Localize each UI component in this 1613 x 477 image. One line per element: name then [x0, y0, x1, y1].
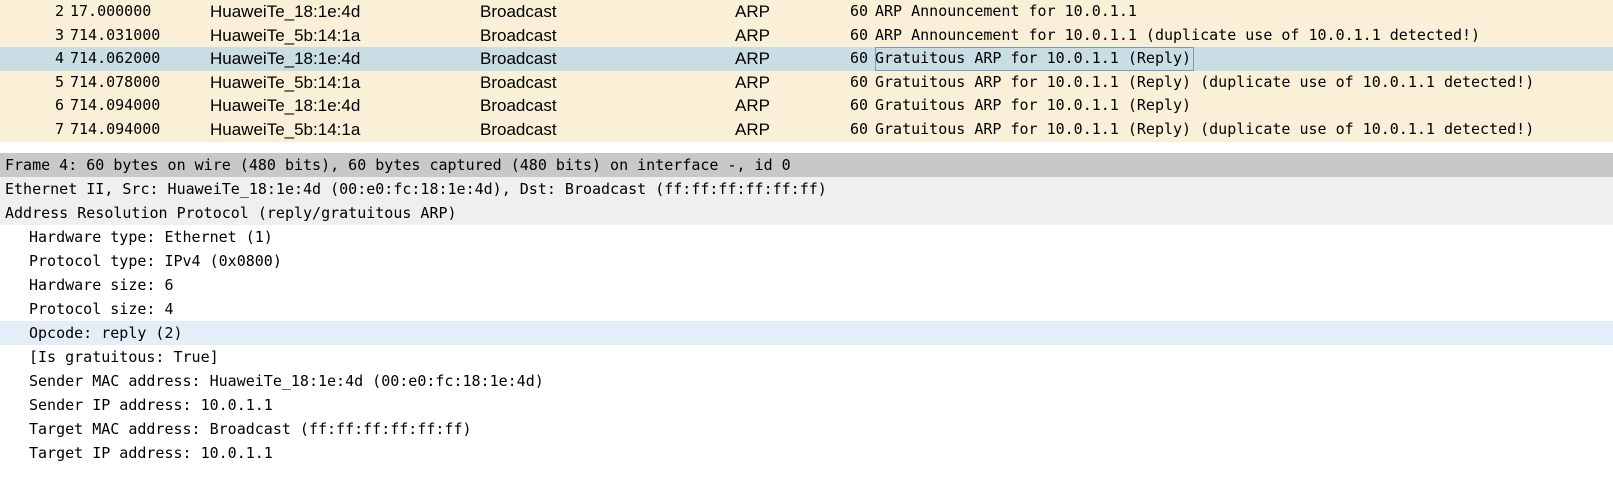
frame-summary[interactable]: Frame 4: 60 bytes on wire (480 bits), 60… — [0, 153, 1613, 177]
packet-length: 60 — [849, 2, 868, 20]
arp-target-ip[interactable]: Target IP address: 10.0.1.1 — [0, 441, 1613, 465]
packet-row[interactable]: 3 714.031000 HuaweiTe_5b:14:1a Broadcast… — [0, 23, 1613, 48]
packet-protocol: ARP — [735, 2, 770, 21]
packet-time: 714.078000 — [70, 72, 161, 91]
packet-details-tree: Frame 4: 60 bytes on wire (480 bits), 60… — [0, 153, 1613, 465]
packet-number: 4 — [54, 49, 64, 68]
packet-info: ARP Announcement for 10.0.1.1 (duplicate… — [875, 25, 1481, 44]
packet-row[interactable]: 6 714.094000 HuaweiTe_18:1e:4d Broadcast… — [0, 94, 1613, 118]
arp-protocol-type[interactable]: Protocol type: IPv4 (0x0800) — [0, 249, 1613, 273]
packet-destination: Broadcast — [480, 49, 557, 69]
packet-destination: Broadcast — [480, 2, 557, 21]
packet-destination: Broadcast — [480, 119, 557, 139]
packet-protocol: ARP — [735, 25, 770, 45]
arp-is-gratuitous[interactable]: [Is gratuitous: True] — [0, 345, 1613, 369]
packet-list: 2 17.000000 HuaweiTe_18:1e:4d Broadcast … — [0, 0, 1613, 142]
packet-number: 7 — [54, 119, 64, 138]
packet-source: HuaweiTe_18:1e:4d — [210, 49, 361, 69]
packet-time: 714.094000 — [70, 96, 161, 115]
arp-sender-ip[interactable]: Sender IP address: 10.0.1.1 — [0, 393, 1613, 417]
arp-opcode[interactable]: Opcode: reply (2) — [0, 321, 1613, 345]
packet-number: 6 — [54, 96, 64, 115]
packet-row[interactable]: 2 17.000000 HuaweiTe_18:1e:4d Broadcast … — [0, 0, 1613, 24]
packet-length: 60 — [849, 72, 868, 91]
packet-info: Gratuitous ARP for 10.0.1.1 (Reply) — [875, 96, 1192, 115]
packet-source: HuaweiTe_5b:14:1a — [210, 119, 361, 139]
packet-time: 714.031000 — [70, 25, 161, 44]
packet-source: HuaweiTe_5b:14:1a — [210, 25, 361, 45]
arp-target-mac[interactable]: Target MAC address: Broadcast (ff:ff:ff:… — [0, 417, 1613, 441]
packet-info: Gratuitous ARP for 10.0.1.1 (Reply) — [875, 47, 1195, 71]
packet-number: 2 — [54, 2, 64, 20]
packet-info: Gratuitous ARP for 10.0.1.1 (Reply) (dup… — [875, 119, 1535, 138]
packet-destination: Broadcast — [480, 96, 557, 116]
arp-hardware-size[interactable]: Hardware size: 6 — [0, 273, 1613, 297]
packet-number: 5 — [54, 72, 64, 91]
packet-protocol: ARP — [735, 72, 770, 92]
packet-number: 3 — [54, 25, 64, 44]
packet-row[interactable]: 5 714.078000 HuaweiTe_5b:14:1a Broadcast… — [0, 70, 1613, 95]
packet-length: 60 — [849, 25, 868, 44]
packet-time: 714.094000 — [70, 119, 161, 138]
packet-source: HuaweiTe_18:1e:4d — [210, 96, 361, 116]
packet-protocol: ARP — [735, 119, 770, 139]
packet-destination: Broadcast — [480, 72, 557, 92]
packet-protocol: ARP — [735, 49, 770, 69]
packet-time: 714.062000 — [70, 49, 161, 68]
ethernet-summary[interactable]: Ethernet II, Src: HuaweiTe_18:1e:4d (00:… — [0, 177, 1613, 201]
packet-info: ARP Announcement for 10.0.1.1 — [875, 2, 1137, 20]
packet-source: HuaweiTe_5b:14:1a — [210, 72, 361, 92]
packet-destination: Broadcast — [480, 25, 557, 45]
packet-row[interactable]: 7 714.094000 HuaweiTe_5b:14:1a Broadcast… — [0, 117, 1613, 142]
packet-protocol: ARP — [735, 96, 770, 116]
arp-hardware-type[interactable]: Hardware type: Ethernet (1) — [0, 225, 1613, 249]
arp-protocol-size[interactable]: Protocol size: 4 — [0, 297, 1613, 321]
arp-summary[interactable]: Address Resolution Protocol (reply/gratu… — [0, 201, 1613, 225]
packet-length: 60 — [849, 49, 868, 68]
packet-info: Gratuitous ARP for 10.0.1.1 (Reply) (dup… — [875, 72, 1535, 91]
packet-length: 60 — [849, 96, 868, 115]
packet-row-selected[interactable]: 4 714.062000 HuaweiTe_18:1e:4d Broadcast… — [0, 47, 1613, 71]
arp-sender-mac[interactable]: Sender MAC address: HuaweiTe_18:1e:4d (0… — [0, 369, 1613, 393]
packet-time: 17.000000 — [70, 2, 152, 20]
packet-source: HuaweiTe_18:1e:4d — [210, 2, 361, 21]
packet-length: 60 — [849, 119, 868, 138]
